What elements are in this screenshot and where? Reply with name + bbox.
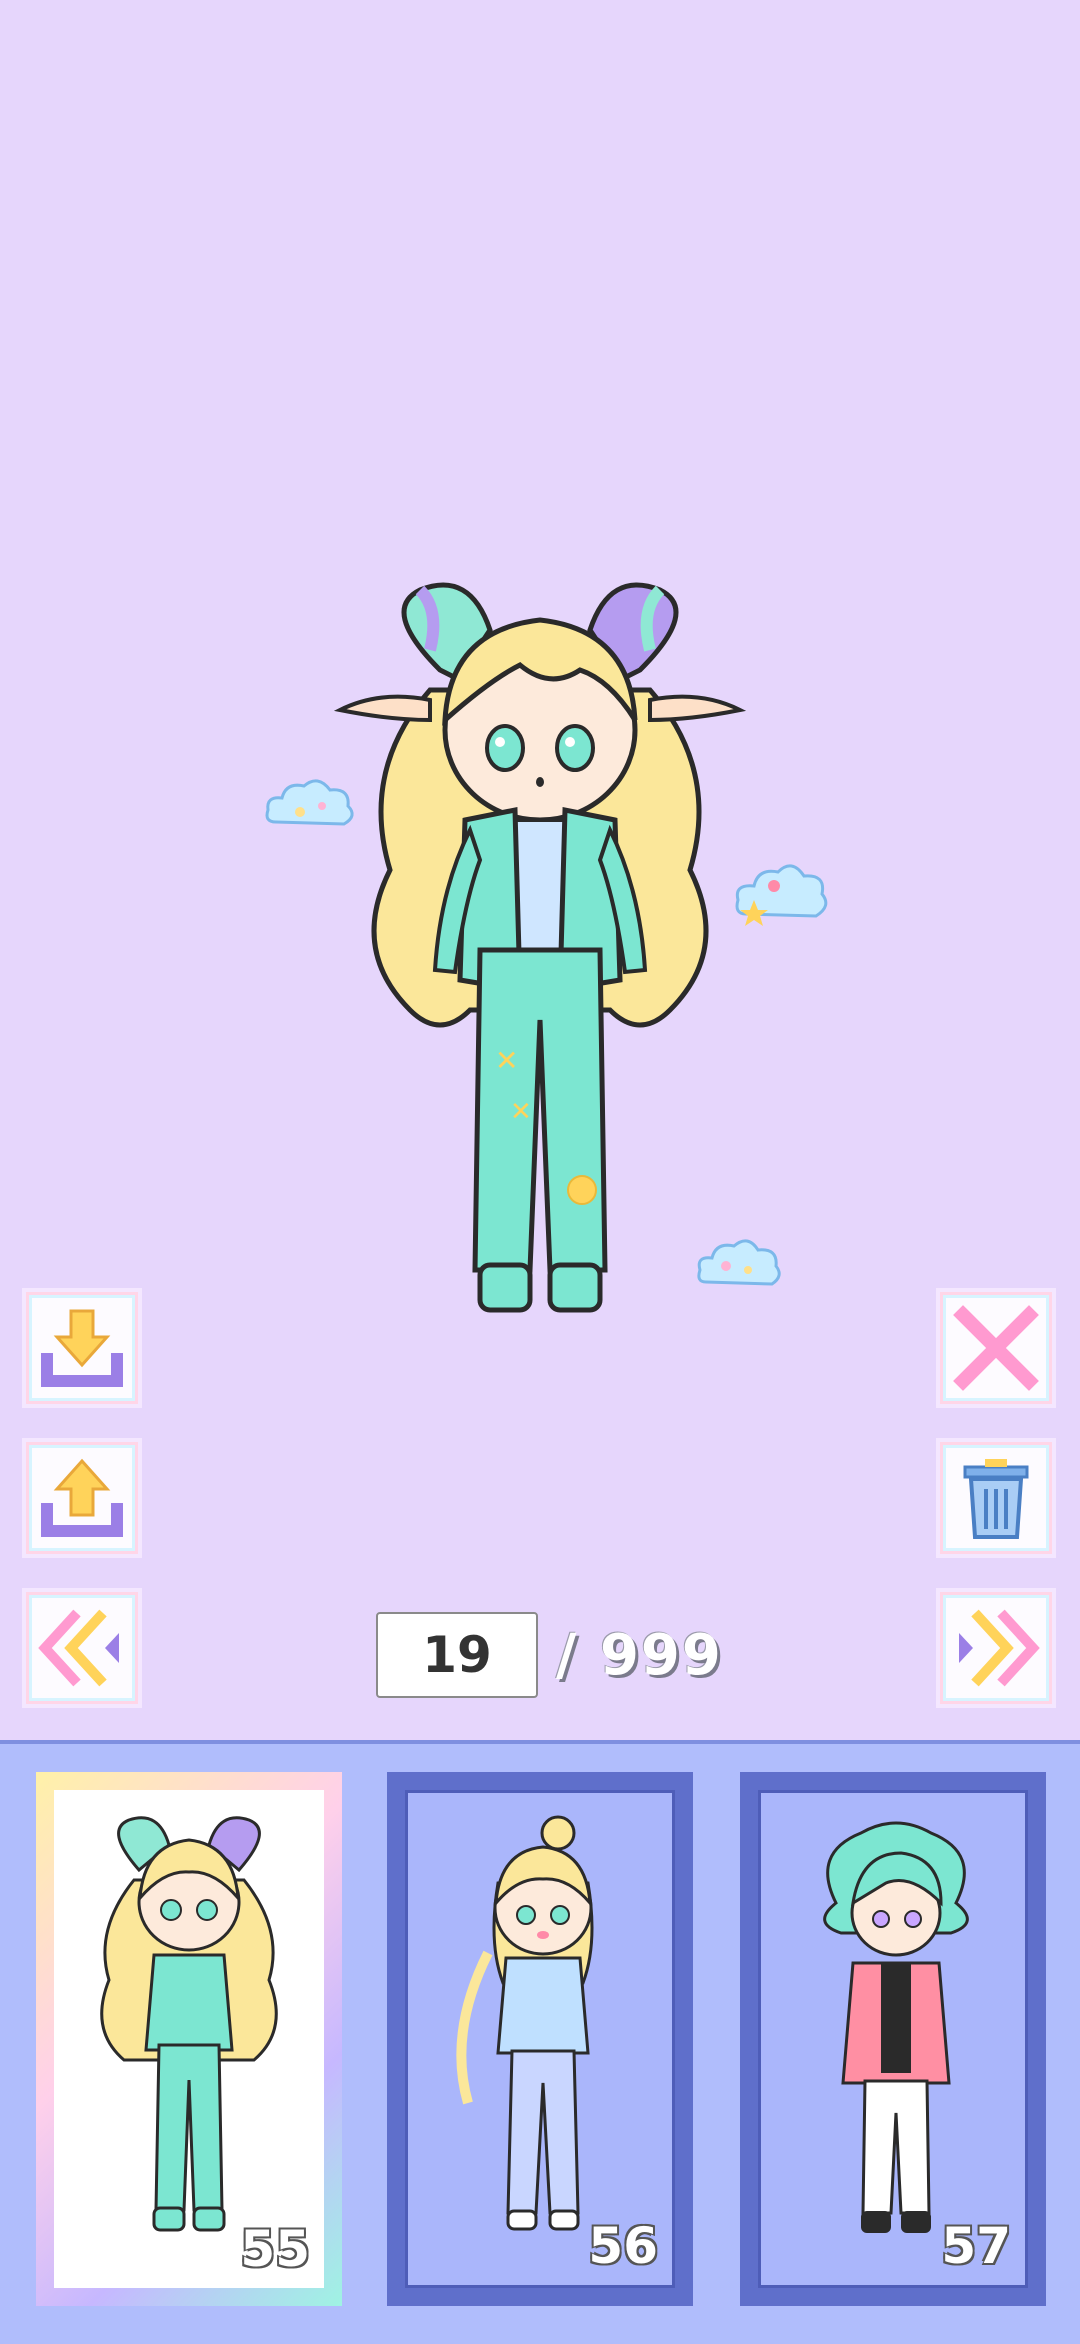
next-page-button[interactable]: [936, 1588, 1056, 1708]
close-icon: [953, 1305, 1039, 1391]
upload-icon: [41, 1458, 123, 1537]
character-preview[interactable]: ✕ ✕: [320, 570, 760, 1330]
save-slot-57[interactable]: 57: [740, 1772, 1046, 2306]
svg-text:✕: ✕: [510, 1097, 532, 1127]
save-slot-frame: 57: [758, 1790, 1028, 2288]
download-icon: [41, 1309, 123, 1387]
save-slot-frame: 56: [405, 1790, 675, 2288]
page-total: / 999: [556, 1622, 723, 1688]
upload-button[interactable]: [22, 1438, 142, 1558]
next-page-icon: [959, 1609, 1040, 1687]
previous-page-button[interactable]: [22, 1588, 142, 1708]
save-slot-frame: 55: [54, 1790, 324, 2288]
slot-number: 56: [588, 2217, 658, 2275]
slot-number: 57: [941, 2217, 1011, 2275]
slot-number: 55: [240, 2220, 310, 2278]
dress-up-stage: ✕ ✕ 19 / 999: [0, 0, 1080, 1740]
slot-character-thumbnail: [100, 1816, 278, 2232]
previous-page-icon: [38, 1609, 119, 1687]
svg-text:✕: ✕: [495, 1044, 518, 1077]
save-slot-56[interactable]: 56: [387, 1772, 693, 2306]
slot-character-thumbnail: [823, 1821, 969, 2233]
download-button[interactable]: [22, 1288, 142, 1408]
save-slot-55[interactable]: 55: [36, 1772, 342, 2306]
close-button[interactable]: [936, 1288, 1056, 1408]
slot-character-thumbnail: [456, 1815, 594, 2231]
trash-icon: [963, 1459, 1029, 1539]
delete-button[interactable]: [936, 1438, 1056, 1558]
page-number-input[interactable]: 19: [376, 1612, 538, 1698]
